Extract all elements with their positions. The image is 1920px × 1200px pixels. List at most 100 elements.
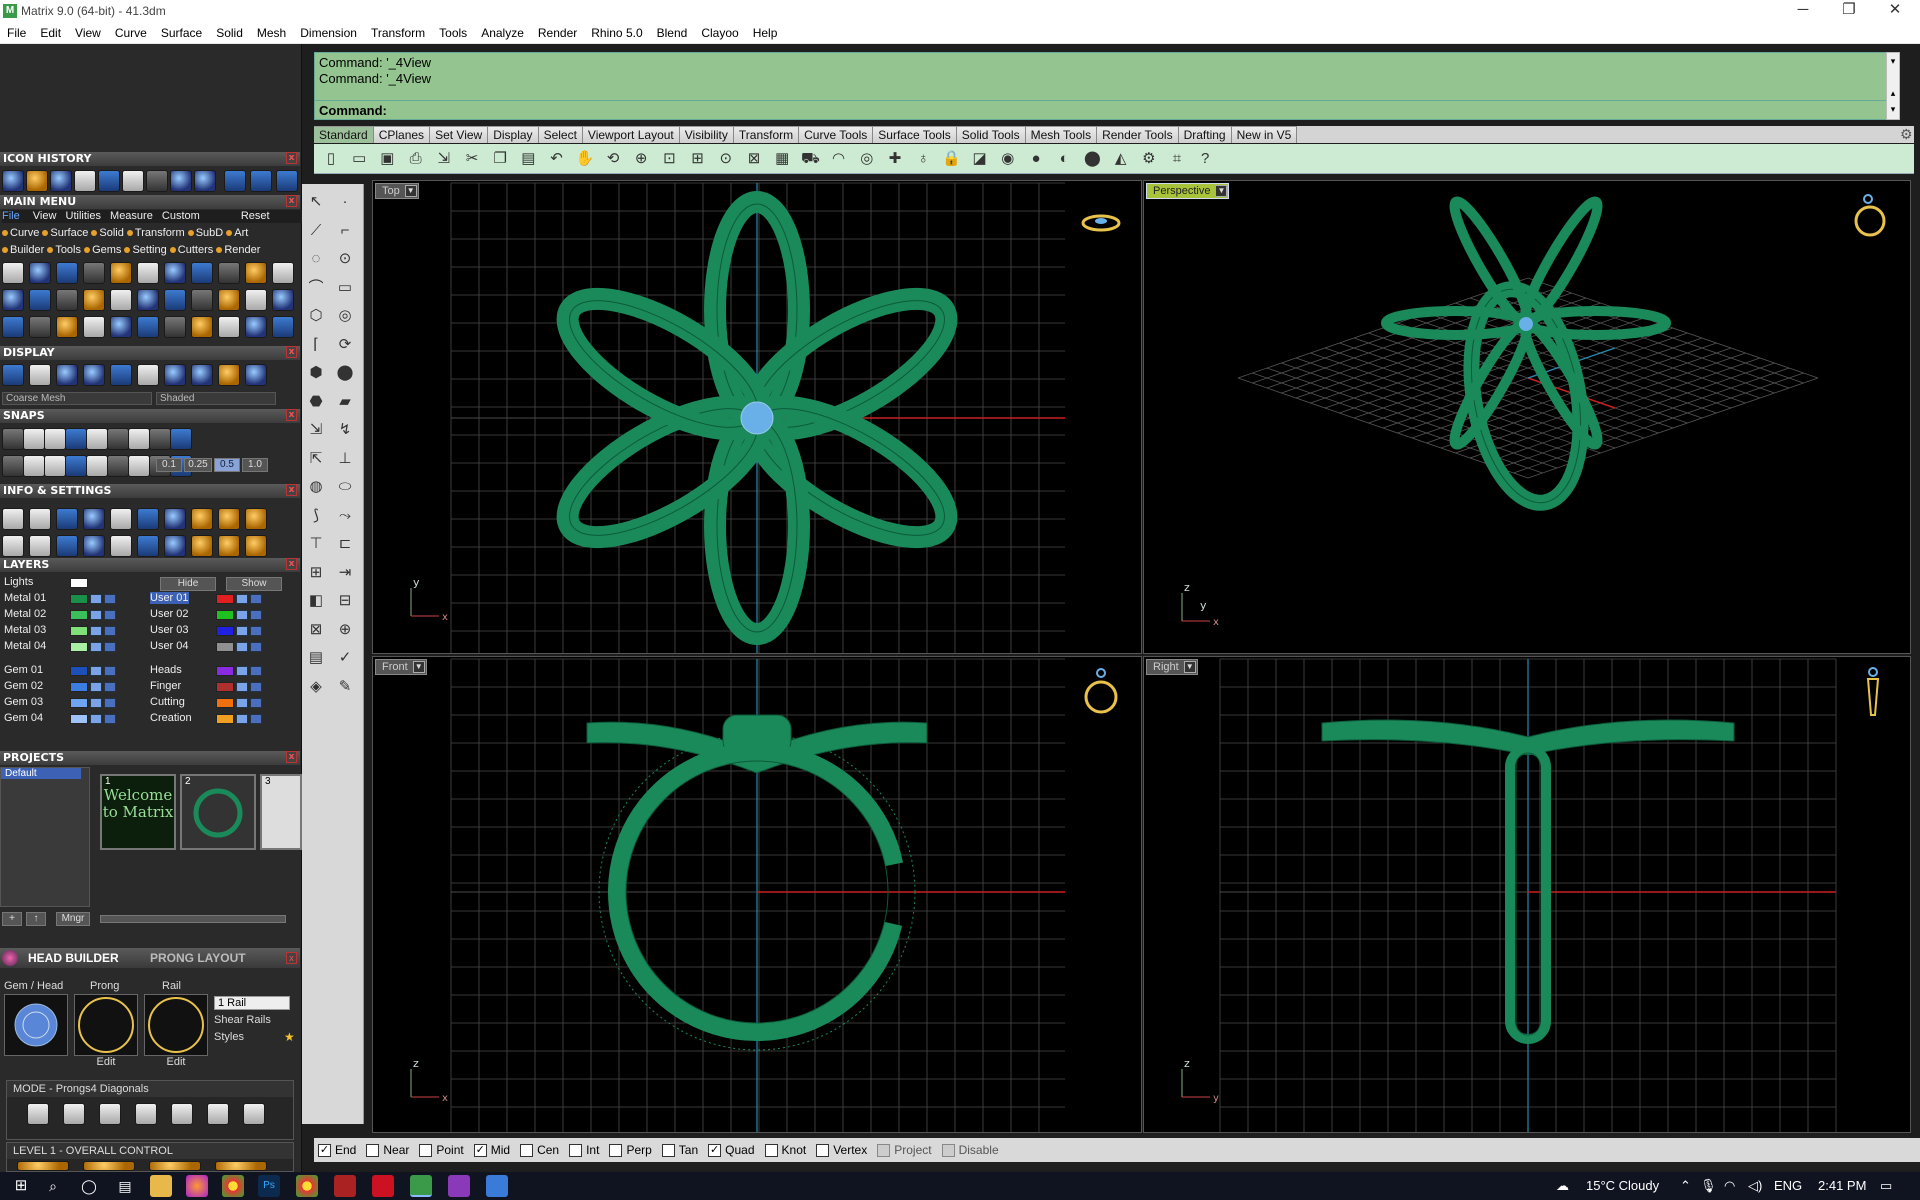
display-mode-select[interactable]: Shaded <box>156 392 276 405</box>
mm-tab-file[interactable]: File <box>2 210 20 222</box>
project-thumb-3[interactable]: 3 <box>260 774 302 850</box>
menu-clayoo[interactable]: Clayoo <box>694 26 745 40</box>
close-icon[interactable]: x <box>286 409 297 421</box>
mm-surface[interactable]: Surface <box>42 227 88 239</box>
sphere-icon[interactable] <box>110 535 132 557</box>
lock-icon[interactable]: 🔒 <box>940 148 962 170</box>
arc-icon[interactable] <box>2 289 24 311</box>
revolve-tool-icon[interactable]: ⇱ <box>304 447 328 471</box>
new-file-icon[interactable]: ▯ <box>320 148 342 170</box>
metal-icon[interactable] <box>164 364 186 386</box>
render-preview-icon[interactable]: ◐ <box>1053 148 1075 170</box>
tool-extra-icon[interactable]: ◭ <box>1110 148 1132 170</box>
perp-icon[interactable] <box>128 455 150 477</box>
zoom-all-icon[interactable]: ⊠ <box>743 148 765 170</box>
import-icon[interactable] <box>56 262 78 284</box>
tab-solid-tools[interactable]: Solid Tools <box>956 126 1026 143</box>
tab-new-in-v5[interactable]: New in V5 <box>1231 126 1298 143</box>
select-icon[interactable] <box>218 508 240 530</box>
chrome-icon[interactable] <box>222 1175 244 1197</box>
restore-button[interactable]: ❐ <box>1826 0 1872 22</box>
purple-app-icon[interactable] <box>448 1175 470 1197</box>
cortana-icon[interactable]: ◯ <box>78 1175 100 1197</box>
viewport-right[interactable]: z y Right ▼ <box>1143 656 1911 1133</box>
mirror-tool-icon[interactable]: ⊟ <box>333 589 357 613</box>
language-indicator[interactable]: ENG <box>1774 1172 1802 1200</box>
layer-name[interactable]: Heads <box>150 664 182 676</box>
ghosted-icon[interactable] <box>56 364 78 386</box>
zoom-window-icon[interactable]: ⊡ <box>658 148 680 170</box>
menu-curve[interactable]: Curve <box>108 26 154 40</box>
point-tool-icon[interactable]: · <box>333 190 357 214</box>
ortho-icon[interactable]: ◠ <box>828 148 850 170</box>
group-tool-icon[interactable]: ◧ <box>304 589 328 613</box>
layer-visibility-icon[interactable] <box>236 698 248 708</box>
layer-name[interactable]: Metal 01 <box>4 592 46 604</box>
menu-help[interactable]: Help <box>746 26 785 40</box>
tab-standard[interactable]: Standard <box>314 126 374 143</box>
gold-icon[interactable] <box>218 364 240 386</box>
snap-checkbox[interactable] <box>520 1143 534 1157</box>
firefox-icon[interactable] <box>186 1175 208 1197</box>
snap-mid[interactable]: ✓ Mid <box>473 1143 510 1157</box>
print-icon[interactable] <box>137 262 159 284</box>
notification-icon[interactable]: ▭ <box>1880 1172 1892 1200</box>
window-icon[interactable] <box>191 289 213 311</box>
grid-icon[interactable] <box>245 535 267 557</box>
menu-file[interactable]: File <box>0 26 33 40</box>
material-icon[interactable] <box>164 535 186 557</box>
mm-tools[interactable]: Tools <box>47 244 81 256</box>
menu-transform[interactable]: Transform <box>364 26 432 40</box>
menu-analyze[interactable]: Analyze <box>474 26 531 40</box>
level-option-2-icon[interactable] <box>83 1161 135 1171</box>
layer-lock-icon[interactable] <box>104 610 116 620</box>
import-icon[interactable]: ⇲ <box>433 148 455 170</box>
add-project-button[interactable]: + <box>2 912 22 926</box>
layer-name[interactable]: User 03 <box>150 624 189 636</box>
box-icon[interactable] <box>83 508 105 530</box>
layer-name[interactable]: Gem 04 <box>4 712 43 724</box>
material-icon[interactable] <box>194 170 216 192</box>
ring-tool-icon[interactable] <box>26 170 48 192</box>
tab-curve-tools[interactable]: Curve Tools <box>799 126 874 143</box>
mm-setting[interactable]: Setting <box>124 244 167 256</box>
clock[interactable]: 2:41 PM <box>1818 1172 1866 1200</box>
layer-name[interactable]: Creation <box>150 712 192 724</box>
layer-visibility-icon[interactable] <box>90 642 102 652</box>
options-icon[interactable]: ⚙ <box>1138 148 1160 170</box>
circle-tool-icon[interactable]: ◌ <box>304 247 328 271</box>
close-icon[interactable]: x <box>286 152 297 164</box>
layer-visibility-icon[interactable] <box>90 698 102 708</box>
mm-gems[interactable]: Gems <box>84 244 121 256</box>
menu-icon[interactable] <box>276 170 298 192</box>
file-explorer-icon[interactable] <box>150 1175 172 1197</box>
export-icon[interactable] <box>83 262 105 284</box>
layer-lock-icon[interactable] <box>250 610 262 620</box>
gem-icon[interactable] <box>245 364 267 386</box>
near-icon[interactable] <box>23 428 45 450</box>
fillet-tool-icon[interactable]: ◍ <box>304 475 328 499</box>
layer-lock-icon[interactable] <box>250 698 262 708</box>
light-icon[interactable]: ♁ <box>912 148 934 170</box>
circle-icon[interactable] <box>29 289 51 311</box>
prong-mode-7-icon[interactable] <box>243 1103 265 1125</box>
menu-tools[interactable]: Tools <box>432 26 474 40</box>
sweep-tool-icon[interactable]: ⟆ <box>304 504 328 528</box>
snap-checkbox[interactable] <box>366 1143 380 1157</box>
move-icon[interactable] <box>56 289 78 311</box>
layer-color-swatch[interactable] <box>216 666 234 676</box>
snap-checkbox[interactable] <box>419 1143 433 1157</box>
windows-start-icon[interactable]: ⊞ <box>10 1175 32 1197</box>
tab-render-tools[interactable]: Render Tools <box>1097 126 1179 143</box>
snap-checkbox[interactable]: ✓ <box>473 1143 487 1157</box>
measure-icon[interactable] <box>56 535 78 557</box>
wireframe-icon[interactable] <box>2 364 24 386</box>
menu-blend[interactable]: Blend <box>650 26 695 40</box>
snap-checkbox[interactable] <box>941 1143 955 1157</box>
color-wheel-icon[interactable]: ◉ <box>997 148 1019 170</box>
int-icon[interactable] <box>107 455 129 477</box>
mm-tab-view[interactable]: View <box>33 210 57 222</box>
layer-color-swatch[interactable] <box>216 594 234 604</box>
xray-icon[interactable] <box>110 364 132 386</box>
layer-color-swatch[interactable] <box>70 698 88 708</box>
